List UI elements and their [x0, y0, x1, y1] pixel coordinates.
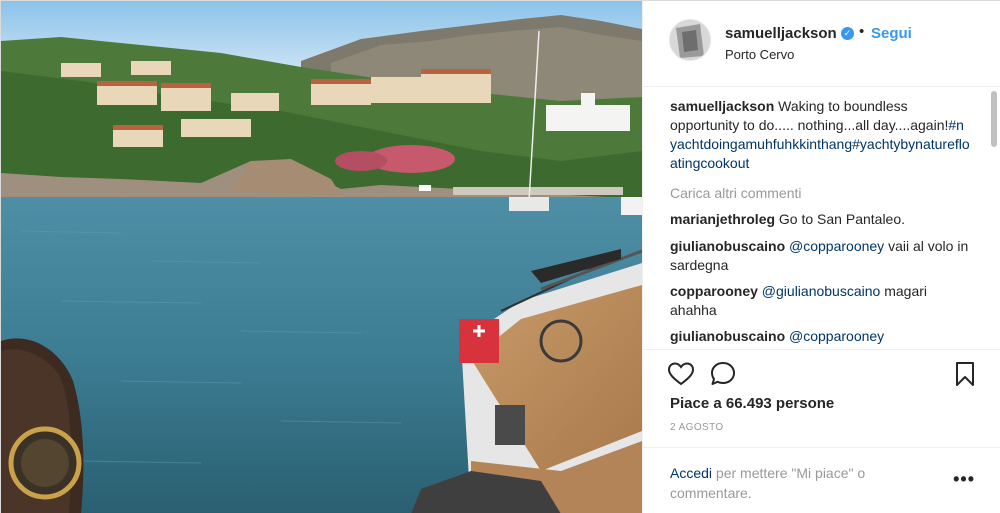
comments-list[interactable]: samuelljackson Waking to boundless oppor…	[643, 88, 1000, 348]
comment-item: copparooney @giulianobuscaino magari aha…	[670, 282, 970, 320]
login-link[interactable]: Accedi	[670, 465, 712, 481]
comment-username[interactable]: marianjethroleg	[670, 211, 775, 227]
follow-button[interactable]: Segui	[871, 25, 912, 42]
post-details-panel: samuelljackson ✓ • Segui Porto Cervo sam…	[642, 1, 1000, 513]
heart-icon[interactable]	[667, 360, 695, 388]
comments-scrollbar[interactable]	[991, 91, 997, 147]
load-more-comments-button[interactable]: Carica altri commenti	[670, 185, 801, 201]
comment-username[interactable]: giulianobuscaino	[670, 328, 785, 344]
comment-mention[interactable]: @copparooney	[789, 238, 884, 254]
harbor-scene-image	[1, 1, 642, 513]
action-bar	[643, 349, 1000, 399]
comment-item: giulianobuscaino @copparooney	[670, 327, 970, 346]
comment-item: giulianobuscaino @copparooney vaii al vo…	[670, 237, 970, 275]
login-prompt: Accedi per mettere "Mi piace" o commenta…	[670, 463, 930, 503]
author-username[interactable]: samuelljackson	[725, 25, 837, 42]
comment-text: Go to San Pantaleo.	[778, 211, 906, 227]
avatar[interactable]	[669, 19, 711, 61]
instagram-post-window: samuelljackson ✓ • Segui Porto Cervo sam…	[0, 0, 1000, 513]
post-date[interactable]: 2 AGOSTO	[670, 422, 724, 433]
verified-badge-icon: ✓	[841, 27, 854, 40]
comment-mention[interactable]: @copparooney	[789, 328, 884, 344]
caption-username[interactable]: samuelljackson	[670, 98, 774, 114]
caption: samuelljackson Waking to boundless oppor…	[670, 97, 970, 173]
post-location[interactable]: Porto Cervo	[725, 47, 794, 62]
separator-dot: •	[859, 23, 865, 40]
comment-username[interactable]: giulianobuscaino	[670, 238, 785, 254]
add-comment-section: Accedi per mettere "Mi piace" o commenta…	[643, 447, 1000, 513]
comment-item: marianjethroleg Go to San Pantaleo.	[670, 210, 970, 229]
comment-icon[interactable]	[709, 360, 737, 388]
comment-username[interactable]: copparooney	[670, 283, 758, 299]
more-options-icon[interactable]: •••	[953, 470, 975, 488]
post-photo[interactable]	[1, 1, 642, 513]
post-header: samuelljackson ✓ • Segui Porto Cervo	[643, 1, 1000, 87]
bookmark-icon[interactable]	[951, 360, 979, 388]
likes-count[interactable]: Piace a 66.493 persone	[670, 395, 834, 412]
comment-mention[interactable]: @giulianobuscaino	[762, 283, 881, 299]
